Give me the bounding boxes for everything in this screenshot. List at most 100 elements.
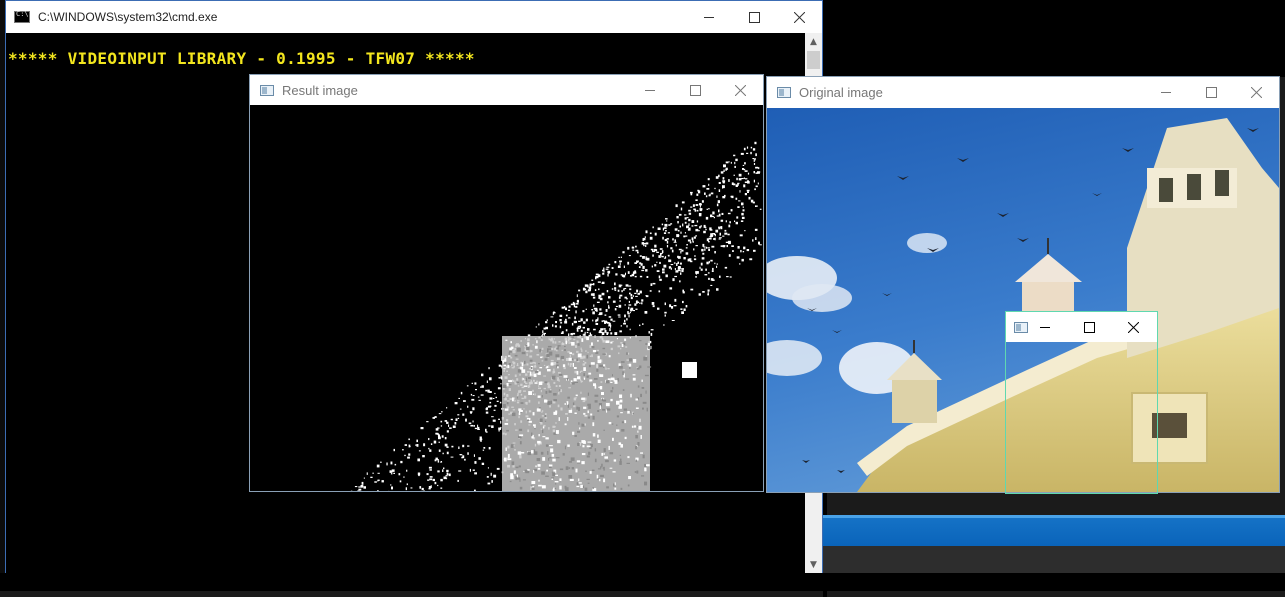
edge-pixel [446,407,447,408]
highlight-pixel [577,371,579,375]
edge-pixel [631,294,633,297]
highlight-pixel [524,386,528,387]
result-image-window[interactable]: Result image [249,74,764,492]
edge-pixel [720,233,722,236]
scroll-up-arrow-icon[interactable]: ▲ [805,33,822,50]
edge-pixel [602,320,603,322]
small-maximize-button[interactable] [1067,312,1111,342]
result-minimize-button[interactable] [628,75,673,105]
edge-pixel [626,325,627,327]
small-close-button[interactable] [1111,312,1155,342]
edge-pixel [628,286,631,287]
edge-pixel [747,191,749,193]
edge-pixel [592,311,595,314]
edge-pixel [678,262,680,264]
edge-pixel [491,416,494,417]
console-minimize-button[interactable] [687,1,732,33]
edge-pixel [635,309,637,310]
edge-pixel [637,261,639,263]
edge-pixel [633,310,635,311]
console-titlebar[interactable]: C:\WINDOWS\system32\cmd.exe [6,1,822,33]
edge-pixel [483,447,485,449]
maximize-icon [1206,87,1217,98]
edge-pixel [704,248,705,250]
scroll-down-arrow-icon[interactable]: ▼ [805,556,822,573]
edge-pixel [745,193,747,195]
highlight-pixel [629,364,631,367]
edge-pixel [574,305,575,308]
edge-pixel [758,167,759,169]
highlight-pixel [549,465,552,467]
edge-pixel [742,178,744,179]
result-close-button[interactable] [718,75,763,105]
edge-pixel [566,315,568,317]
edge-pixel [583,334,586,335]
edge-pixel [552,324,553,326]
edge-pixel [739,178,742,180]
edge-pixel [752,158,754,159]
edge-pixel [488,406,491,408]
highlight-pixel [572,432,574,435]
small-titlebar[interactable] [1006,312,1157,342]
edge-pixel [627,311,629,314]
original-maximize-button[interactable] [1189,77,1234,107]
highlight-pixel [546,366,548,368]
edge-pixel [614,287,616,290]
highlight-pixel [619,366,623,369]
edge-pixel [447,430,449,432]
edge-pixel [578,290,580,292]
edge-pixel [447,473,449,476]
edge-pixel [467,452,469,455]
edge-pixel [741,213,743,216]
edge-pixel [473,470,475,471]
highlight-pixel [627,463,631,464]
original-close-button[interactable] [1234,77,1279,107]
edge-pixel [680,272,681,274]
highlight-pixel [546,354,549,357]
highlight-pixel [551,477,554,478]
edge-pixel [755,229,758,231]
edge-pixel [681,250,683,252]
highlight-pixel [523,378,524,380]
edge-pixel [358,486,361,487]
edge-pixel [671,264,674,265]
small-minimize-button[interactable] [1023,312,1067,342]
edge-pixel [635,246,637,248]
edge-pixel [489,377,492,380]
highlight-pixel [595,448,596,451]
original-titlebar[interactable]: Original image [767,77,1279,107]
highlight-pixel [585,471,586,473]
edge-pixel [667,245,668,247]
edge-pixel [652,251,655,252]
highlight-pixel [515,355,518,357]
edge-pixel [747,190,750,192]
highlight-pixel [610,390,612,392]
highlight-pixel [571,382,575,383]
highlight-pixel [565,487,569,491]
edge-pixel [659,262,661,264]
highlight-pixel [584,415,587,416]
console-close-button[interactable] [777,1,822,33]
console-maximize-button[interactable] [732,1,777,33]
highlight-pixel [602,409,605,411]
edge-pixel [712,270,714,272]
highlight-pixel [548,346,552,348]
highlight-pixel [533,424,536,426]
original-minimize-button[interactable] [1144,77,1189,107]
highlight-pixel [542,395,543,398]
highlight-pixel [597,435,599,438]
highlight-pixel [640,452,643,453]
edge-pixel [696,245,698,246]
edge-pixel [482,385,484,388]
result-titlebar[interactable]: Result image [250,75,763,105]
scrollbar-thumb[interactable] [807,51,820,69]
highlight-pixel [620,459,622,463]
edge-pixel [747,181,750,184]
result-maximize-button[interactable] [673,75,718,105]
small-window[interactable] [1005,311,1158,494]
edge-pixel [481,394,484,395]
edge-pixel [752,239,753,241]
edge-pixel [597,302,600,303]
highlight-pixel [585,488,588,491]
highlight-pixel [603,430,605,431]
